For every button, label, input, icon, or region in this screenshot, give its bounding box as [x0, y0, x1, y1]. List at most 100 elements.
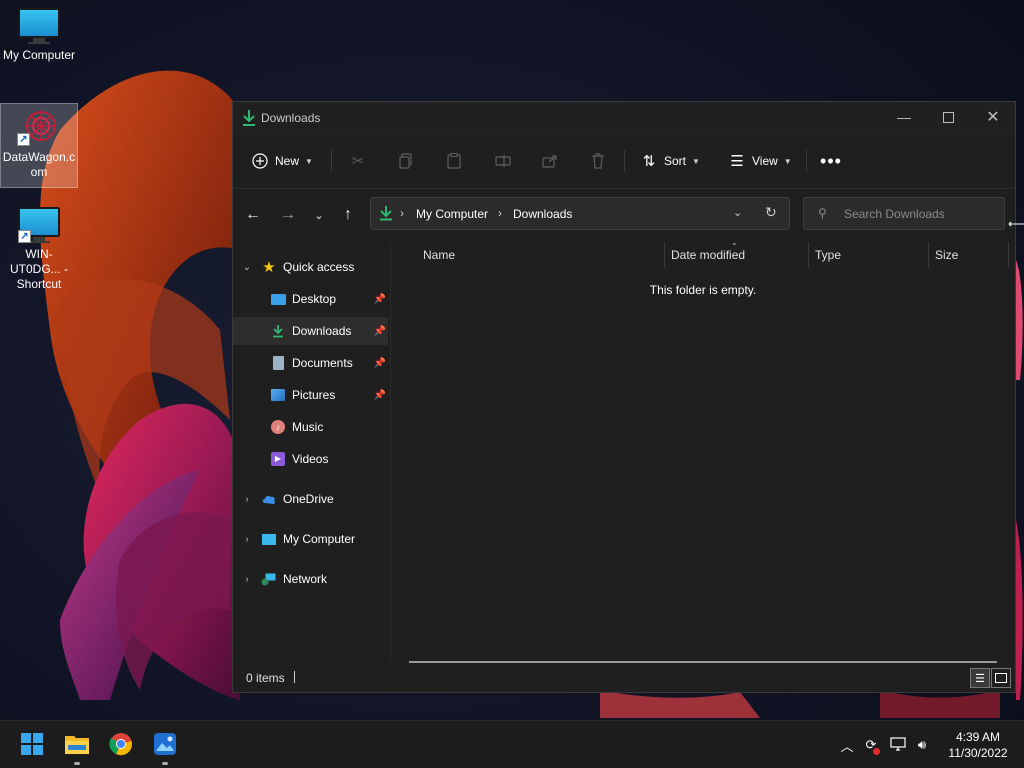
pin-icon[interactable]: 📌 — [374, 294, 386, 305]
downloads-icon — [379, 205, 393, 224]
sidebar-item-label: Videos — [292, 452, 329, 466]
desktop-icon-label: DataWagon.com — [2, 150, 76, 179]
file-explorer-icon — [64, 733, 90, 758]
start-button[interactable] — [16, 729, 48, 761]
desktop-icon-label: My Computer — [2, 48, 76, 62]
desktop-icon-datawagon[interactable]: ↗ DataWagon.com — [0, 103, 78, 188]
more-options-button[interactable]: ••• — [820, 146, 846, 176]
rename-button[interactable] — [494, 146, 518, 176]
taskbar-clock[interactable]: 4:39 AM 11/30/2022 — [940, 729, 1016, 761]
taskbar-chrome[interactable] — [105, 729, 137, 761]
close-button[interactable]: ✕ — [970, 102, 1016, 132]
tiles-view-button[interactable] — [991, 668, 1011, 688]
photos-icon — [153, 732, 177, 759]
paste-icon — [445, 152, 463, 170]
refresh-icon[interactable]: ↻ — [765, 204, 777, 221]
sidebar-item-documents[interactable]: Documents 📌 — [233, 349, 388, 377]
column-header-name[interactable]: Name — [423, 248, 455, 262]
breadcrumb-my-computer[interactable]: My Computer — [416, 207, 488, 221]
desktop-icon-my-computer[interactable]: My Computer — [1, 0, 77, 63]
sort-icon: ⇅ — [642, 153, 656, 170]
column-header-size[interactable]: Size — [935, 248, 958, 262]
column-header-date-modified[interactable]: Date modified — [671, 248, 745, 262]
breadcrumb-separator-icon: › — [400, 206, 404, 220]
column-header-type[interactable]: Type — [815, 248, 841, 262]
sidebar-item-label: Documents — [292, 356, 353, 370]
maximize-button[interactable] — [925, 102, 971, 132]
taskbar-file-explorer[interactable] — [61, 729, 93, 765]
sort-indicator-icon: ⌄ — [731, 238, 738, 247]
forward-arrow-icon: → — [280, 206, 296, 223]
datawagon-shortcut-icon: ↗ — [17, 106, 61, 148]
column-divider[interactable] — [664, 242, 665, 268]
desktop-folder-icon — [270, 291, 286, 307]
sidebar-item-onedrive[interactable]: › OneDrive — [233, 485, 388, 513]
share-button[interactable] — [541, 146, 565, 176]
new-button[interactable]: New ▼ — [251, 146, 313, 176]
sidebar-item-pictures[interactable]: Pictures 📌 — [233, 381, 388, 409]
sidebar-item-label: Quick access — [283, 260, 355, 274]
column-divider[interactable] — [928, 242, 929, 268]
title-bar[interactable]: Downloads — ✕ — [233, 102, 1015, 134]
running-indicator — [162, 762, 168, 765]
window-title: Downloads — [261, 111, 321, 125]
sidebar-item-network[interactable]: › Network — [233, 565, 388, 593]
column-divider[interactable] — [808, 242, 809, 268]
forward-button[interactable]: → — [276, 204, 300, 226]
address-dropdown-icon[interactable]: ⌄ — [733, 206, 742, 219]
details-view-icon: ☰ — [975, 672, 985, 685]
maximize-icon — [942, 111, 954, 123]
show-hidden-icons-button[interactable]: ︿ — [837, 735, 857, 755]
sidebar-item-videos[interactable]: ▶ Videos — [233, 445, 388, 473]
up-button[interactable]: ↑ — [336, 204, 360, 226]
close-icon: ✕ — [986, 109, 1000, 126]
divider — [294, 671, 295, 683]
sidebar-item-label: Music — [292, 420, 324, 434]
breadcrumb-separator-icon: › — [498, 206, 502, 220]
documents-icon — [270, 355, 286, 371]
sidebar-item-quick-access[interactable]: ⌄ ★ Quick access — [233, 253, 388, 281]
search-box[interactable]: ⚲ Search Downloads — [803, 197, 1005, 230]
sort-button[interactable]: ⇅ Sort ▼ — [640, 146, 700, 176]
sync-icon: ⟳ — [866, 737, 881, 755]
start-icon — [20, 732, 44, 759]
up-arrow-icon: ↑ — [344, 206, 352, 223]
sync-tray-button[interactable]: ⟳ — [861, 735, 881, 755]
delete-icon — [589, 152, 607, 170]
downloads-icon — [270, 323, 286, 339]
clock-date: 11/30/2022 — [948, 746, 1008, 760]
view-button[interactable]: ☰ View ▼ — [728, 146, 791, 176]
delete-button[interactable] — [589, 146, 613, 176]
details-view-button[interactable]: ☰ — [970, 668, 990, 688]
pin-icon[interactable]: 📌 — [374, 358, 386, 369]
sidebar-item-downloads[interactable]: Downloads 📌 — [233, 317, 388, 345]
back-button[interactable]: ← — [241, 204, 265, 226]
sidebar-item-my-computer[interactable]: › My Computer — [233, 525, 388, 553]
sidebar-item-desktop[interactable]: Desktop 📌 — [233, 285, 388, 313]
remote-shortcut-icon: ↗ — [18, 207, 60, 245]
breadcrumb-downloads[interactable]: Downloads — [513, 207, 572, 221]
taskbar-photos[interactable] — [149, 729, 181, 765]
copy-button[interactable] — [397, 146, 421, 176]
minimize-button[interactable]: — — [881, 102, 927, 132]
cut-button[interactable]: ✂ — [349, 146, 373, 176]
onedrive-cloud-icon — [261, 491, 277, 507]
desktop-icon-remote-shortcut[interactable]: ↗ WIN-UT0DG... - Shortcut — [1, 199, 77, 292]
running-indicator — [74, 762, 80, 765]
pin-icon[interactable]: 📌 — [374, 326, 386, 337]
volume-tray-button[interactable]: 🔊︎ — [912, 735, 932, 755]
star-icon: ★ — [262, 259, 276, 276]
sidebar-item-music[interactable]: ♪ Music — [233, 413, 388, 441]
view-label: View — [752, 154, 778, 168]
recent-locations-button[interactable]: ⌄ — [307, 204, 331, 226]
address-bar[interactable]: › My Computer › Downloads ⌄ ↻ — [370, 197, 790, 230]
chrome-icon — [109, 732, 133, 759]
column-divider[interactable] — [1008, 242, 1009, 268]
chevron-right-icon: › — [245, 533, 249, 545]
paste-button[interactable] — [445, 146, 469, 176]
network-tray-button[interactable] — [888, 735, 908, 755]
music-icon: ♪ — [270, 419, 286, 435]
pin-icon[interactable]: 📌 — [374, 390, 386, 401]
back-arrow-icon: ← — [245, 206, 261, 223]
sidebar-item-label: OneDrive — [283, 492, 334, 506]
